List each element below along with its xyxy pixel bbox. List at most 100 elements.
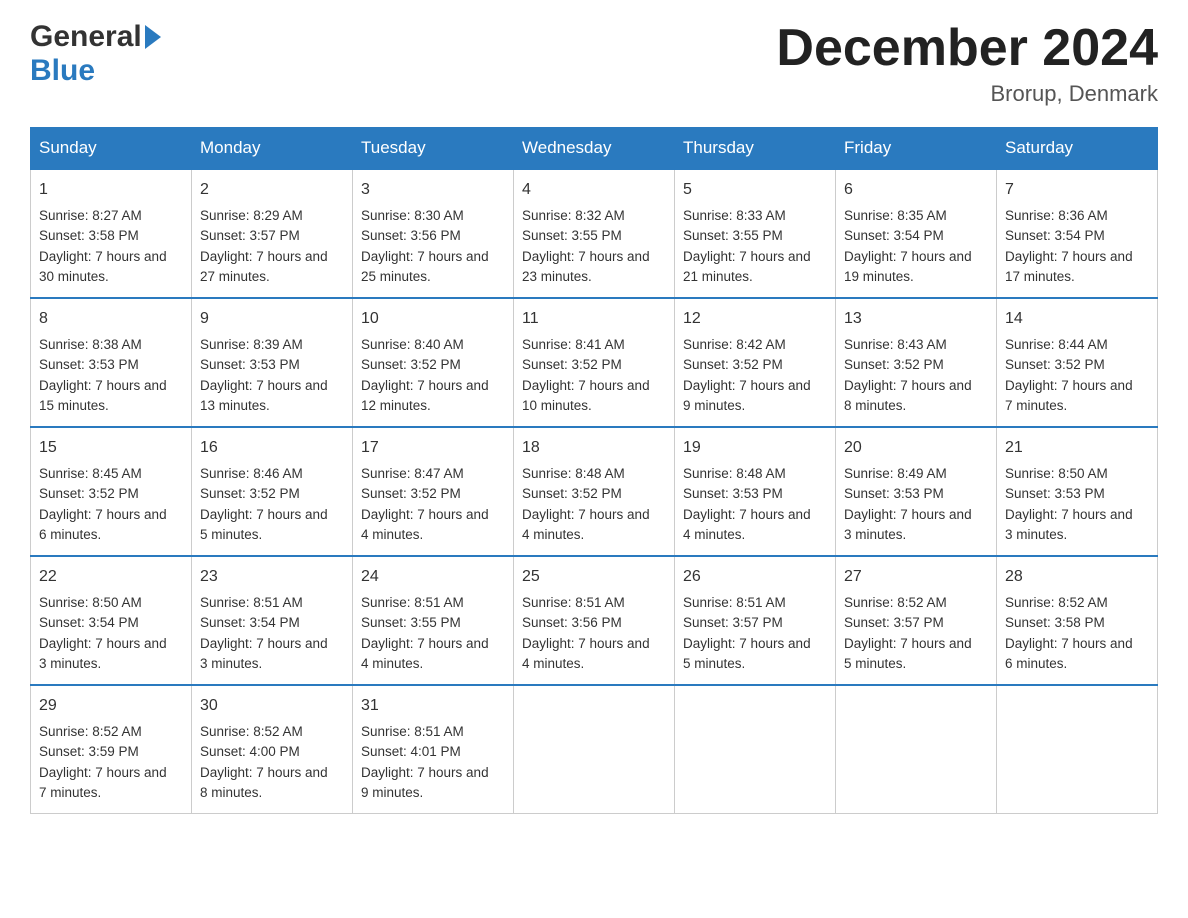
daylight-text: Daylight: 7 hours and bbox=[39, 378, 167, 393]
daylight-text-2: 30 minutes. bbox=[39, 269, 109, 284]
calendar-cell: 29Sunrise: 8:52 AMSunset: 3:59 PMDayligh… bbox=[31, 685, 192, 814]
calendar-cell: 26Sunrise: 8:51 AMSunset: 3:57 PMDayligh… bbox=[675, 556, 836, 685]
location-text: Brorup, Denmark bbox=[776, 81, 1158, 107]
daylight-text-2: 21 minutes. bbox=[683, 269, 753, 284]
daylight-text: Daylight: 7 hours and bbox=[522, 249, 650, 264]
daylight-text: Daylight: 7 hours and bbox=[844, 636, 972, 651]
daylight-text: Daylight: 7 hours and bbox=[1005, 507, 1133, 522]
logo-arrow-icon bbox=[145, 25, 161, 49]
sunrise-text: Sunrise: 8:51 AM bbox=[200, 595, 303, 610]
header-monday: Monday bbox=[192, 128, 353, 170]
calendar-cell: 23Sunrise: 8:51 AMSunset: 3:54 PMDayligh… bbox=[192, 556, 353, 685]
sunrise-text: Sunrise: 8:44 AM bbox=[1005, 337, 1108, 352]
sunrise-text: Sunrise: 8:39 AM bbox=[200, 337, 303, 352]
day-number: 27 bbox=[844, 565, 988, 589]
calendar-cell: 22Sunrise: 8:50 AMSunset: 3:54 PMDayligh… bbox=[31, 556, 192, 685]
calendar-cell: 12Sunrise: 8:42 AMSunset: 3:52 PMDayligh… bbox=[675, 298, 836, 427]
daylight-text-2: 10 minutes. bbox=[522, 398, 592, 413]
daylight-text-2: 12 minutes. bbox=[361, 398, 431, 413]
day-number: 8 bbox=[39, 307, 183, 331]
day-number: 17 bbox=[361, 436, 505, 460]
sunrise-text: Sunrise: 8:42 AM bbox=[683, 337, 786, 352]
daylight-text-2: 23 minutes. bbox=[522, 269, 592, 284]
sunset-text: Sunset: 3:52 PM bbox=[361, 486, 461, 501]
calendar-cell: 11Sunrise: 8:41 AMSunset: 3:52 PMDayligh… bbox=[514, 298, 675, 427]
logo: General Blue bbox=[30, 20, 161, 88]
day-number: 30 bbox=[200, 694, 344, 718]
sunset-text: Sunset: 3:55 PM bbox=[683, 228, 783, 243]
daylight-text: Daylight: 7 hours and bbox=[200, 249, 328, 264]
sunset-text: Sunset: 3:52 PM bbox=[1005, 357, 1105, 372]
day-number: 1 bbox=[39, 178, 183, 202]
calendar-week-row: 8Sunrise: 8:38 AMSunset: 3:53 PMDaylight… bbox=[31, 298, 1158, 427]
daylight-text: Daylight: 7 hours and bbox=[683, 378, 811, 393]
sunrise-text: Sunrise: 8:48 AM bbox=[522, 466, 625, 481]
daylight-text: Daylight: 7 hours and bbox=[683, 636, 811, 651]
sunset-text: Sunset: 3:58 PM bbox=[1005, 615, 1105, 630]
month-title: December 2024 bbox=[776, 20, 1158, 77]
day-number: 25 bbox=[522, 565, 666, 589]
sunset-text: Sunset: 3:57 PM bbox=[200, 228, 300, 243]
daylight-text-2: 6 minutes. bbox=[1005, 656, 1067, 671]
sunset-text: Sunset: 3:55 PM bbox=[522, 228, 622, 243]
header-tuesday: Tuesday bbox=[353, 128, 514, 170]
sunset-text: Sunset: 3:53 PM bbox=[844, 486, 944, 501]
calendar-week-row: 15Sunrise: 8:45 AMSunset: 3:52 PMDayligh… bbox=[31, 427, 1158, 556]
calendar-cell: 21Sunrise: 8:50 AMSunset: 3:53 PMDayligh… bbox=[997, 427, 1158, 556]
day-number: 26 bbox=[683, 565, 827, 589]
sunset-text: Sunset: 3:52 PM bbox=[683, 357, 783, 372]
daylight-text-2: 9 minutes. bbox=[361, 785, 423, 800]
calendar-cell: 3Sunrise: 8:30 AMSunset: 3:56 PMDaylight… bbox=[353, 169, 514, 298]
daylight-text: Daylight: 7 hours and bbox=[200, 636, 328, 651]
day-number: 23 bbox=[200, 565, 344, 589]
daylight-text-2: 8 minutes. bbox=[200, 785, 262, 800]
day-number: 28 bbox=[1005, 565, 1149, 589]
day-number: 7 bbox=[1005, 178, 1149, 202]
sunrise-text: Sunrise: 8:27 AM bbox=[39, 208, 142, 223]
day-number: 10 bbox=[361, 307, 505, 331]
daylight-text-2: 7 minutes. bbox=[39, 785, 101, 800]
calendar-cell: 8Sunrise: 8:38 AMSunset: 3:53 PMDaylight… bbox=[31, 298, 192, 427]
calendar-table: SundayMondayTuesdayWednesdayThursdayFrid… bbox=[30, 127, 1158, 814]
sunset-text: Sunset: 3:54 PM bbox=[1005, 228, 1105, 243]
daylight-text-2: 17 minutes. bbox=[1005, 269, 1075, 284]
calendar-cell: 16Sunrise: 8:46 AMSunset: 3:52 PMDayligh… bbox=[192, 427, 353, 556]
sunset-text: Sunset: 3:53 PM bbox=[200, 357, 300, 372]
calendar-cell bbox=[836, 685, 997, 814]
calendar-cell: 7Sunrise: 8:36 AMSunset: 3:54 PMDaylight… bbox=[997, 169, 1158, 298]
daylight-text-2: 8 minutes. bbox=[844, 398, 906, 413]
calendar-cell: 31Sunrise: 8:51 AMSunset: 4:01 PMDayligh… bbox=[353, 685, 514, 814]
calendar-cell: 20Sunrise: 8:49 AMSunset: 3:53 PMDayligh… bbox=[836, 427, 997, 556]
calendar-cell: 10Sunrise: 8:40 AMSunset: 3:52 PMDayligh… bbox=[353, 298, 514, 427]
sunset-text: Sunset: 3:53 PM bbox=[683, 486, 783, 501]
daylight-text-2: 4 minutes. bbox=[683, 527, 745, 542]
sunrise-text: Sunrise: 8:49 AM bbox=[844, 466, 947, 481]
day-number: 15 bbox=[39, 436, 183, 460]
daylight-text-2: 4 minutes. bbox=[522, 527, 584, 542]
daylight-text: Daylight: 7 hours and bbox=[1005, 378, 1133, 393]
day-number: 5 bbox=[683, 178, 827, 202]
sunset-text: Sunset: 3:56 PM bbox=[361, 228, 461, 243]
sunrise-text: Sunrise: 8:52 AM bbox=[1005, 595, 1108, 610]
calendar-cell: 17Sunrise: 8:47 AMSunset: 3:52 PMDayligh… bbox=[353, 427, 514, 556]
day-number: 13 bbox=[844, 307, 988, 331]
sunset-text: Sunset: 3:54 PM bbox=[844, 228, 944, 243]
sunrise-text: Sunrise: 8:40 AM bbox=[361, 337, 464, 352]
daylight-text-2: 4 minutes. bbox=[361, 656, 423, 671]
day-number: 21 bbox=[1005, 436, 1149, 460]
daylight-text-2: 4 minutes. bbox=[522, 656, 584, 671]
day-number: 3 bbox=[361, 178, 505, 202]
daylight-text-2: 3 minutes. bbox=[1005, 527, 1067, 542]
sunset-text: Sunset: 3:55 PM bbox=[361, 615, 461, 630]
daylight-text: Daylight: 7 hours and bbox=[200, 507, 328, 522]
sunrise-text: Sunrise: 8:51 AM bbox=[683, 595, 786, 610]
sunrise-text: Sunrise: 8:51 AM bbox=[361, 724, 464, 739]
sunset-text: Sunset: 4:01 PM bbox=[361, 744, 461, 759]
day-number: 16 bbox=[200, 436, 344, 460]
calendar-cell: 24Sunrise: 8:51 AMSunset: 3:55 PMDayligh… bbox=[353, 556, 514, 685]
daylight-text: Daylight: 7 hours and bbox=[39, 636, 167, 651]
daylight-text-2: 19 minutes. bbox=[844, 269, 914, 284]
calendar-header-row: SundayMondayTuesdayWednesdayThursdayFrid… bbox=[31, 128, 1158, 170]
header-friday: Friday bbox=[836, 128, 997, 170]
sunset-text: Sunset: 3:52 PM bbox=[522, 486, 622, 501]
